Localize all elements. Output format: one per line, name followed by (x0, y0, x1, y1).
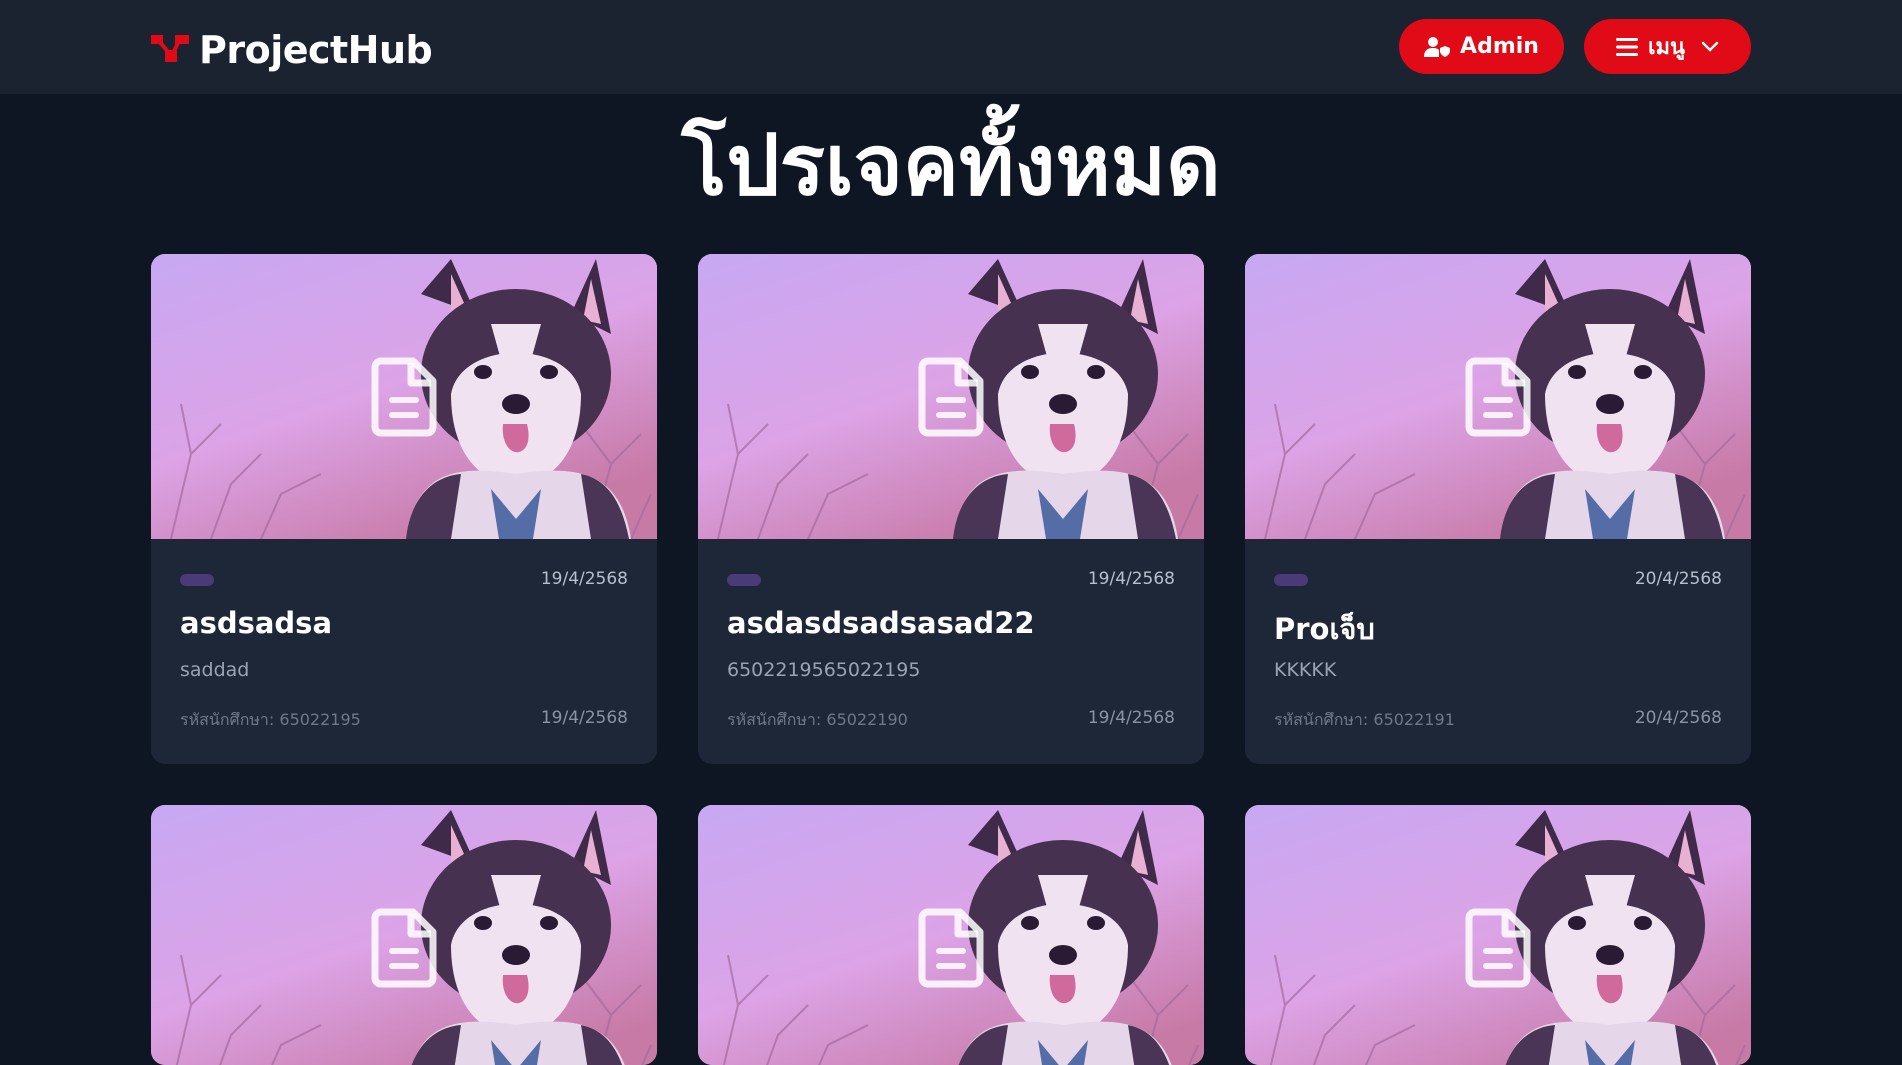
project-title: Proเจ็บ (1274, 612, 1375, 646)
project-title: asdasdsadsasad22 (727, 606, 1035, 640)
brand-logo[interactable]: ProjectHub (151, 28, 433, 72)
project-description: saddad (180, 659, 250, 681)
projecthub-logo-icon (151, 35, 189, 62)
student-id: รหัสนักศึกษา: 65022190 (727, 710, 908, 729)
category-tag (180, 574, 214, 586)
project-thumbnail (1245, 254, 1751, 539)
category-tag (727, 574, 761, 586)
project-updated-date: 19/4/2568 (540, 708, 628, 728)
admin-button-label: Admin (1460, 34, 1539, 59)
project-thumbnail (1245, 805, 1751, 1065)
document-icon (1465, 357, 1531, 437)
hamburger-icon (1615, 37, 1638, 56)
navbar: ProjectHub Admin เมนู (0, 0, 1902, 94)
student-id: รหัสนักศึกษา: 65022195 (180, 710, 361, 729)
project-thumbnail (151, 254, 657, 539)
document-icon (371, 908, 437, 988)
project-date: 19/4/2568 (1087, 569, 1175, 589)
project-card[interactable] (1245, 805, 1751, 1065)
admin-button[interactable]: Admin (1399, 19, 1564, 74)
project-updated-date: 20/4/2568 (1634, 708, 1722, 728)
project-title: asdsadsa (180, 606, 333, 640)
project-card[interactable]: 20/4/2568 Proเจ็บ KKKKK รหัสนักศึกษา: 65022… (1245, 254, 1751, 764)
project-card[interactable] (151, 805, 657, 1065)
project-card[interactable] (698, 805, 1204, 1065)
user-shield-icon (1424, 36, 1451, 57)
project-thumbnail (151, 805, 657, 1065)
category-tag (1274, 574, 1308, 586)
project-card[interactable]: 19/4/2568 asdasdsadsasad22 650221956502219… (698, 254, 1204, 764)
chevron-down-icon (1701, 41, 1719, 52)
project-updated-date: 19/4/2568 (1087, 708, 1175, 728)
project-description: KKKKK (1274, 659, 1337, 681)
project-date: 20/4/2568 (1634, 569, 1722, 589)
menu-button-label: เมนู (1647, 35, 1686, 60)
document-icon (918, 357, 984, 437)
project-thumbnail (698, 805, 1204, 1065)
document-icon (1465, 908, 1531, 988)
brand-name: ProjectHub (199, 28, 433, 72)
project-date: 19/4/2568 (540, 569, 628, 589)
project-card[interactable]: 19/4/2568 asdsadsa saddad รหัสนักศึกษา: 650… (151, 254, 657, 764)
student-id: รหัสนักศึกษา: 65022191 (1274, 710, 1455, 729)
project-grid: 19/4/2568 asdsadsa saddad รหัสนักศึกษา: 650… (151, 254, 1751, 1065)
document-icon (918, 908, 984, 988)
menu-dropdown-button[interactable]: เมนู (1584, 19, 1751, 74)
project-thumbnail (698, 254, 1204, 539)
document-icon (371, 357, 437, 437)
page-title: โปรเจคทั้งหมด (681, 116, 1221, 214)
project-description: 6502219565022195 (727, 659, 921, 681)
